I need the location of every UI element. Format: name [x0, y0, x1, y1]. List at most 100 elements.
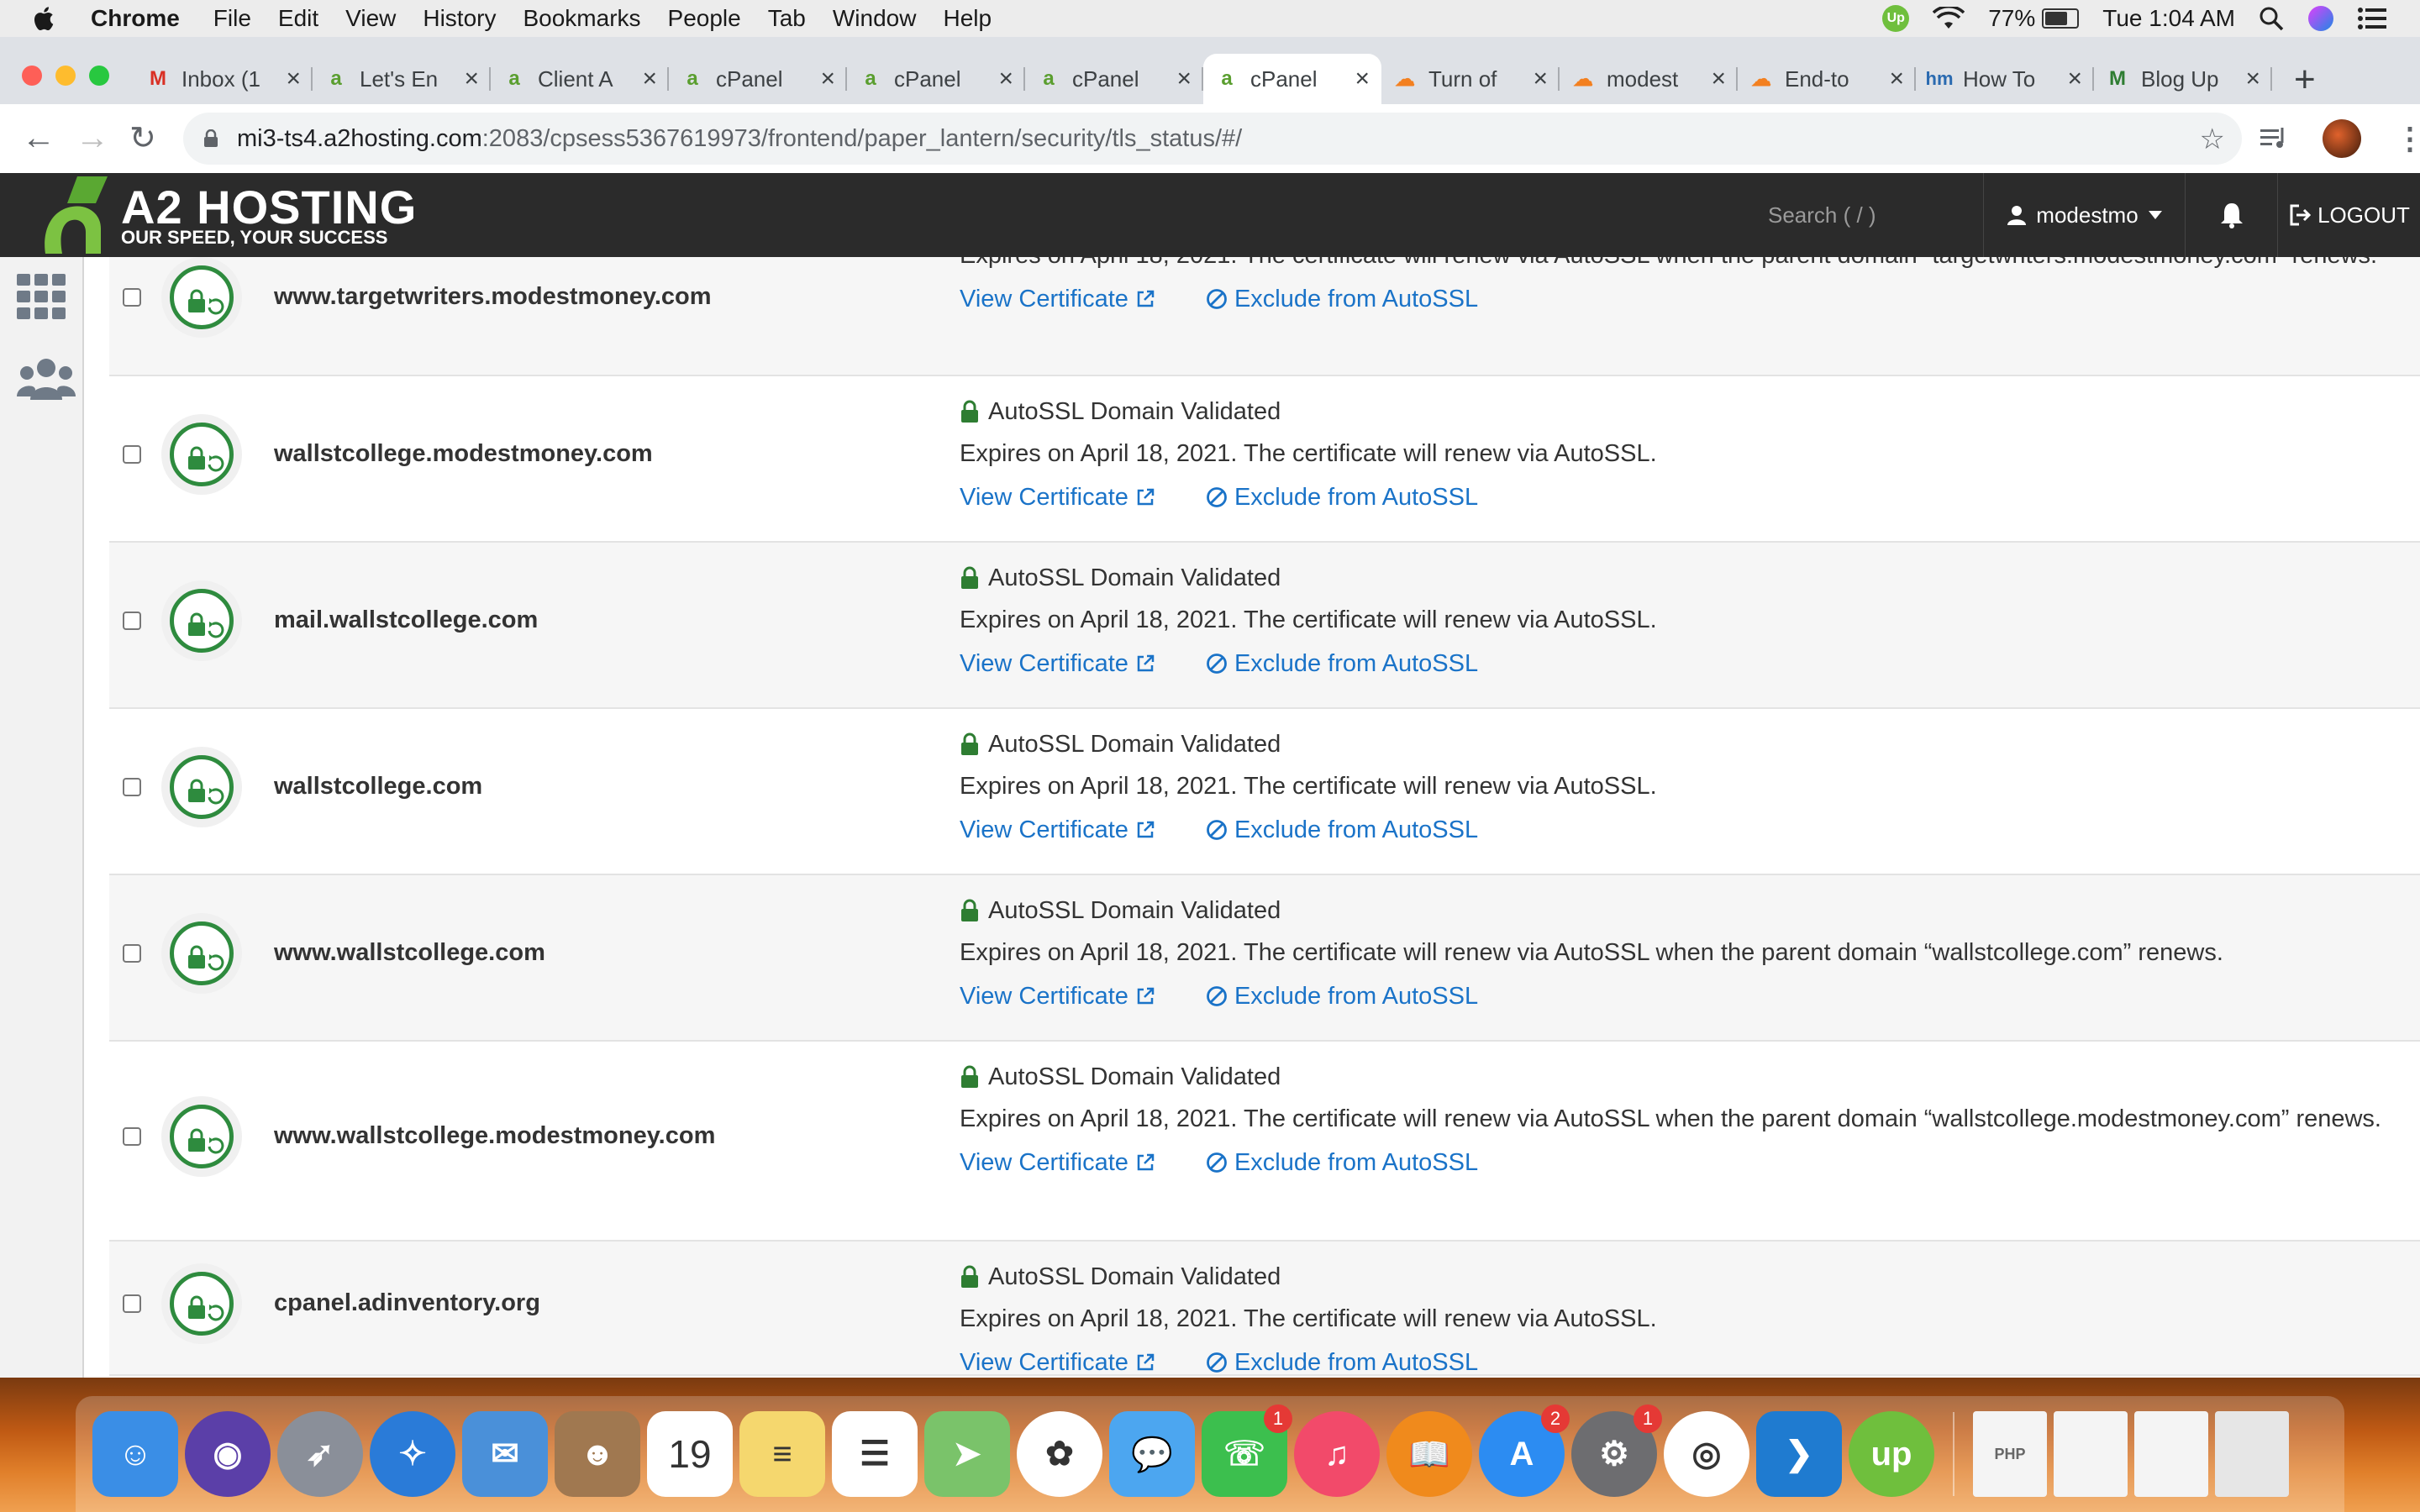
upwork-app-icon[interactable]: up	[1849, 1411, 1934, 1497]
view-certificate-link[interactable]: View Certificate	[960, 1146, 1155, 1179]
app-store-app-icon[interactable]: A2	[1479, 1404, 1570, 1497]
browser-tab[interactable]: a Client A ×	[491, 54, 669, 104]
tab-close-icon[interactable]: ×	[820, 65, 835, 93]
facetime-app-icon[interactable]: ☏ 1	[1202, 1404, 1292, 1497]
profile-avatar[interactable]	[2323, 119, 2361, 158]
wifi-icon[interactable]	[1933, 7, 1965, 30]
users-group-icon[interactable]	[17, 356, 76, 400]
menu-view[interactable]: View	[345, 5, 396, 32]
vscode-app-icon[interactable]: ❯	[1756, 1411, 1842, 1497]
forward-arrow-icon[interactable]: →	[76, 119, 109, 157]
menu-file[interactable]: File	[213, 5, 251, 32]
notification-center-icon[interactable]	[2358, 7, 2386, 30]
menu-app-name[interactable]: Chrome	[91, 5, 180, 32]
mail-app-icon[interactable]: ✉	[462, 1411, 548, 1497]
image-document-icon[interactable]	[2054, 1411, 2128, 1497]
row-select-checkbox[interactable]	[123, 944, 141, 963]
tab-close-icon[interactable]: ×	[1889, 65, 1904, 93]
browser-tab[interactable]: M Inbox (1 ×	[134, 54, 313, 104]
siri-app-icon[interactable]: ◉	[185, 1411, 271, 1497]
exclude-autossl-link[interactable]: Exclude from AutoSSL	[1206, 647, 1478, 680]
view-certificate-link[interactable]: View Certificate	[960, 979, 1155, 1013]
reminders-app-icon[interactable]: ☰	[832, 1411, 918, 1497]
menu-edit[interactable]: Edit	[278, 5, 318, 32]
music-app-icon[interactable]: ♫	[1294, 1411, 1380, 1497]
view-certificate-link[interactable]: View Certificate	[960, 282, 1155, 316]
row-select-checkbox[interactable]	[123, 612, 141, 630]
menu-tab[interactable]: Tab	[768, 5, 806, 32]
apple-menu-icon[interactable]	[34, 5, 57, 32]
tab-close-icon[interactable]: ×	[464, 65, 479, 93]
lock-icon[interactable]	[203, 129, 218, 148]
minimize-window-button[interactable]	[55, 66, 76, 86]
row-select-checkbox[interactable]	[123, 1127, 141, 1146]
bookmark-star-icon[interactable]: ☆	[2200, 123, 2225, 156]
logout-button[interactable]: LOGOUT	[2277, 173, 2420, 257]
exclude-autossl-link[interactable]: Exclude from AutoSSL	[1206, 1146, 1478, 1179]
browser-tab[interactable]: hm How To ×	[1916, 54, 2094, 104]
browser-tab[interactable]: ☁ End-to ×	[1738, 54, 1916, 104]
address-bar[interactable]: mi3-ts4.a2hosting.com:2083/cpsess5367619…	[183, 113, 2242, 165]
clock[interactable]: Tue 1:04 AM	[2102, 5, 2235, 32]
chrome-app-icon[interactable]: ◎	[1664, 1411, 1749, 1497]
browser-tab[interactable]: a cPanel ×	[669, 54, 847, 104]
browser-tab[interactable]: a cPanel ×	[1203, 54, 1381, 104]
trash-icon[interactable]	[2215, 1411, 2289, 1497]
reload-icon[interactable]: ↻	[129, 119, 156, 157]
grid-apps-icon[interactable]	[17, 274, 67, 321]
browser-tab[interactable]: ☁ modest ×	[1560, 54, 1738, 104]
browser-tab[interactable]: a cPanel ×	[1025, 54, 1203, 104]
notifications-button[interactable]	[2185, 173, 2278, 257]
notes-app-icon[interactable]: ≡	[739, 1411, 825, 1497]
books-app-icon[interactable]: 📖	[1386, 1411, 1472, 1497]
a2-hosting-logo-icon[interactable]	[37, 173, 113, 257]
tab-close-icon[interactable]: ×	[1533, 65, 1548, 93]
cpanel-search-input[interactable]: Search ( / )	[1748, 173, 1983, 257]
menu-window[interactable]: Window	[833, 5, 917, 32]
exclude-autossl-link[interactable]: Exclude from AutoSSL	[1206, 1346, 1478, 1378]
media-control-icon[interactable]	[2260, 126, 2289, 151]
tab-close-icon[interactable]: ×	[1711, 65, 1726, 93]
view-certificate-link[interactable]: View Certificate	[960, 647, 1155, 680]
tab-close-icon[interactable]: ×	[642, 65, 657, 93]
maps-app-icon[interactable]: ➤	[924, 1411, 1010, 1497]
safari-app-icon[interactable]: ✧	[370, 1411, 455, 1497]
close-window-button[interactable]	[22, 66, 42, 86]
exclude-autossl-link[interactable]: Exclude from AutoSSL	[1206, 979, 1478, 1013]
exclude-autossl-link[interactable]: Exclude from AutoSSL	[1206, 480, 1478, 514]
browser-tab[interactable]: a Let's En ×	[313, 54, 491, 104]
tab-close-icon[interactable]: ×	[998, 65, 1013, 93]
exclude-autossl-link[interactable]: Exclude from AutoSSL	[1206, 282, 1478, 316]
spotlight-search-icon[interactable]	[2259, 6, 2284, 31]
back-arrow-icon[interactable]: ←	[22, 119, 55, 157]
menu-people[interactable]: People	[668, 5, 741, 32]
new-tab-button[interactable]: +	[2294, 59, 2316, 101]
row-select-checkbox[interactable]	[123, 778, 141, 796]
spreadsheet-document-icon[interactable]	[2134, 1411, 2208, 1497]
row-select-checkbox[interactable]	[123, 445, 141, 464]
tab-close-icon[interactable]: ×	[286, 65, 301, 93]
tab-close-icon[interactable]: ×	[2245, 65, 2260, 93]
siri-icon[interactable]	[2307, 5, 2334, 32]
battery-indicator[interactable]: 77%	[1988, 5, 2080, 32]
calendar-app-icon[interactable]: 19	[647, 1411, 733, 1497]
browser-tab[interactable]: ☁ Turn of ×	[1381, 54, 1560, 104]
view-certificate-link[interactable]: View Certificate	[960, 480, 1155, 514]
zoom-window-button[interactable]	[89, 66, 109, 86]
tab-close-icon[interactable]: ×	[2067, 65, 2082, 93]
view-certificate-link[interactable]: View Certificate	[960, 813, 1155, 847]
user-menu[interactable]: modestmo	[1983, 173, 2186, 257]
menu-bookmarks[interactable]: Bookmarks	[523, 5, 640, 32]
photos-app-icon[interactable]: ✿	[1017, 1411, 1102, 1497]
browser-tab[interactable]: M Blog Up ×	[2094, 54, 2272, 104]
view-certificate-link[interactable]: View Certificate	[960, 1346, 1155, 1378]
upwork-status-icon[interactable]: Up	[1882, 5, 1910, 32]
finder-app-icon[interactable]: ☺	[92, 1411, 178, 1497]
tab-close-icon[interactable]: ×	[1176, 65, 1192, 93]
browser-tab[interactable]: a cPanel ×	[847, 54, 1025, 104]
chrome-menu-icon[interactable]: ⋮	[2395, 121, 2420, 156]
menu-help[interactable]: Help	[943, 5, 992, 32]
system-preferences-app-icon[interactable]: ⚙ 1	[1571, 1404, 1662, 1497]
launchpad-app-icon[interactable]: ➶	[277, 1411, 363, 1497]
php-document-icon[interactable]: PHP	[1973, 1411, 2047, 1497]
